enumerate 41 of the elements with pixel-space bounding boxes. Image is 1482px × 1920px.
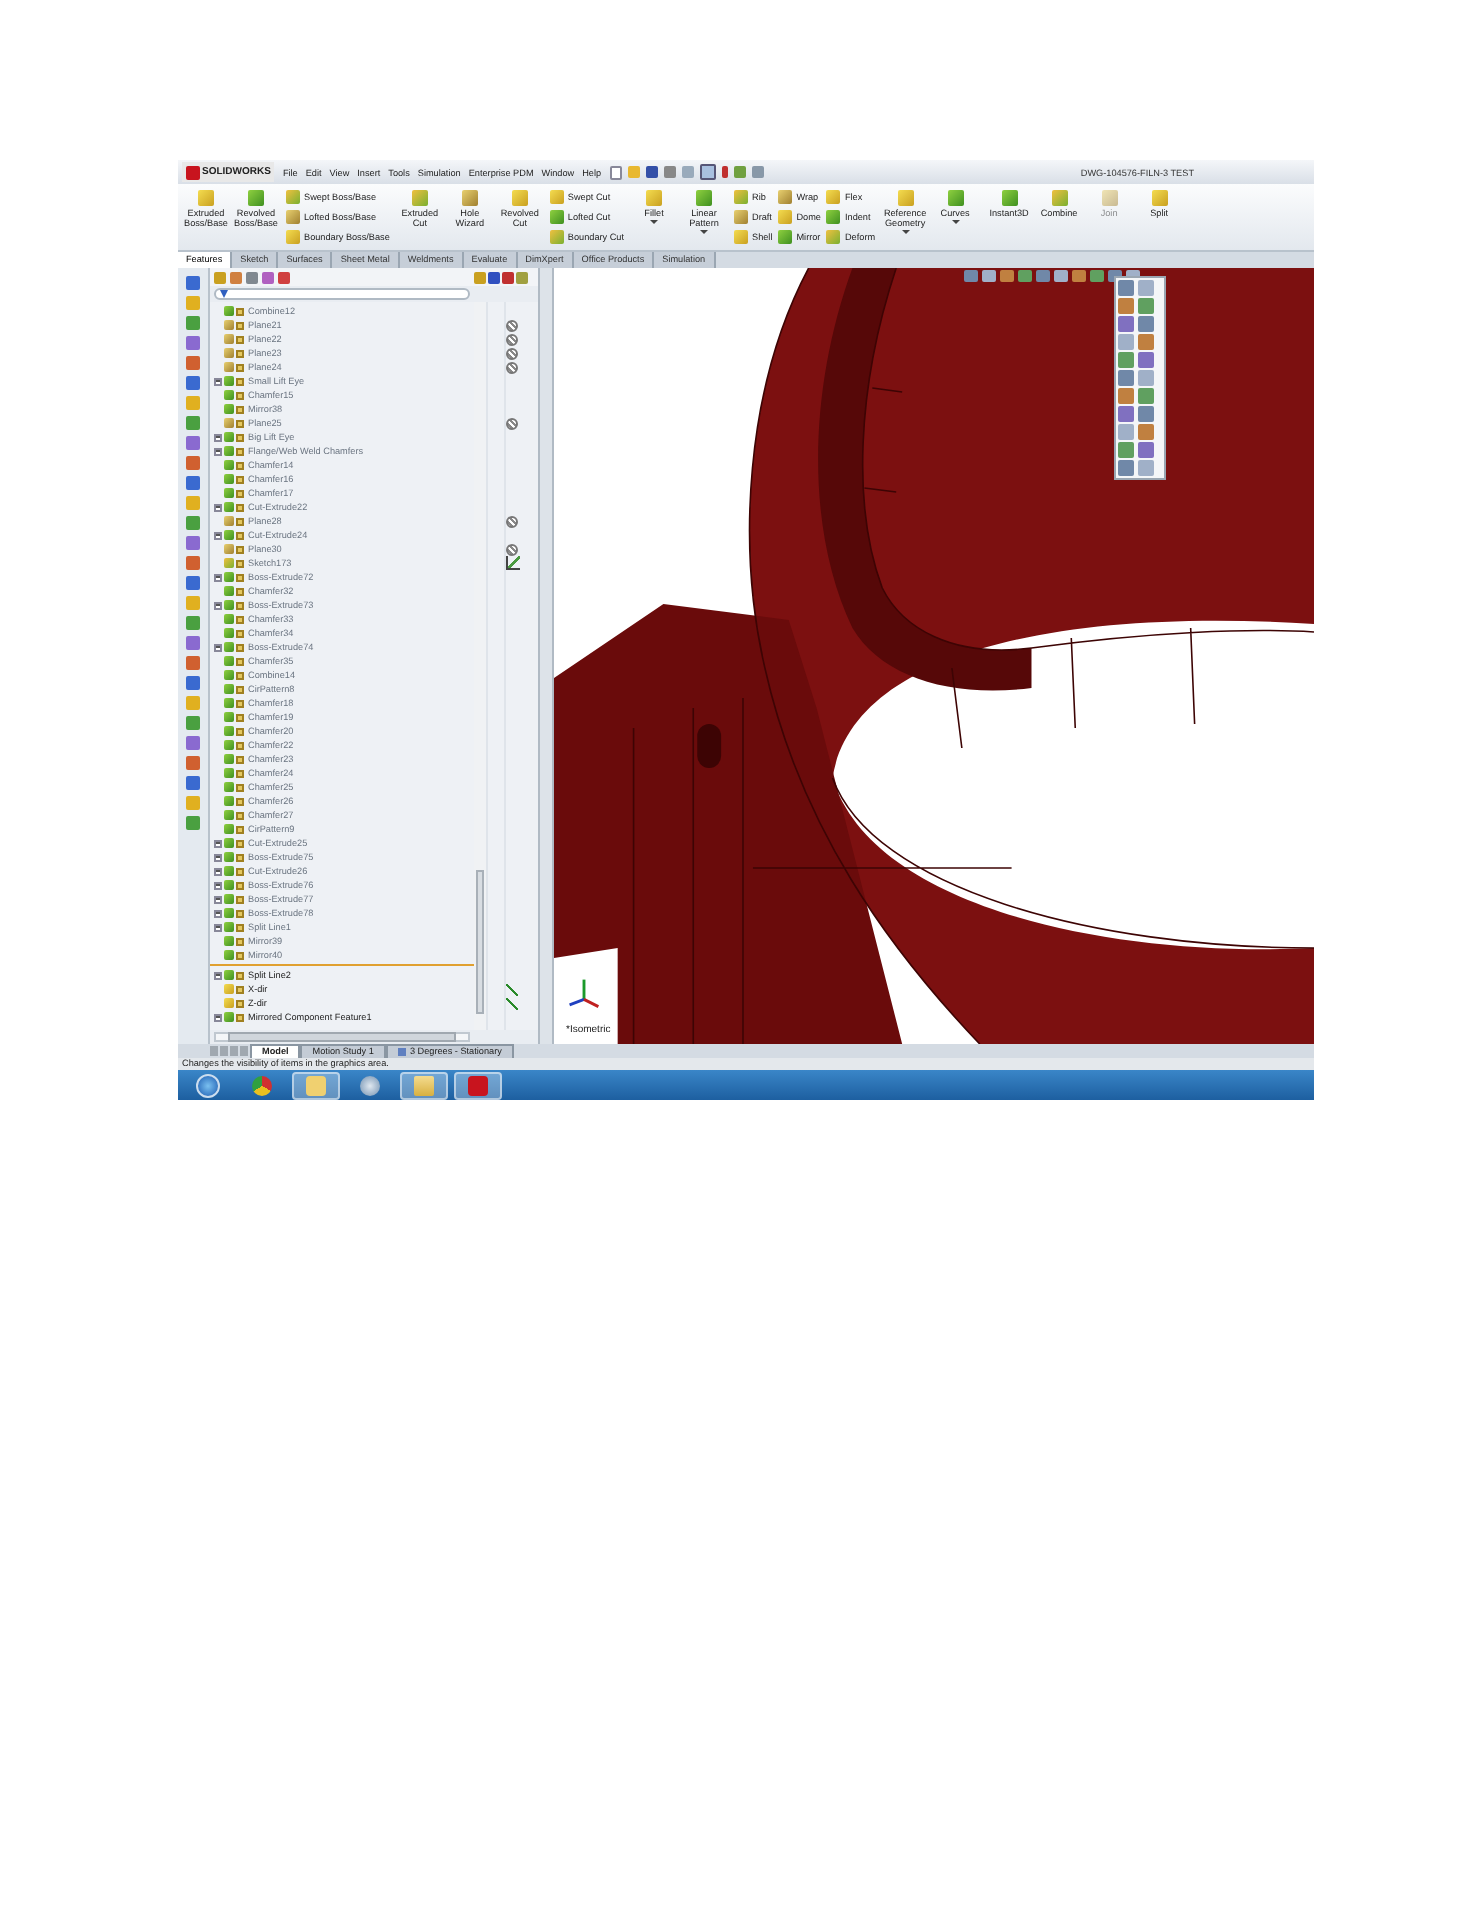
app-icon: [468, 1075, 488, 1095]
caret-icon[interactable]: [650, 220, 658, 224]
feature-icon: [198, 190, 214, 206]
browser-icon: [252, 1075, 272, 1095]
hidden-icon[interactable]: [506, 515, 518, 527]
study-icon: [397, 1047, 406, 1055]
hidden-icon[interactable]: [506, 417, 518, 429]
feature-icon: [696, 190, 712, 206]
taskbar-button[interactable]: [454, 1071, 502, 1099]
feature-icon: [1151, 190, 1168, 206]
filter-field[interactable]: [214, 288, 470, 300]
expand-icon[interactable]: [214, 573, 222, 581]
taskbar-button[interactable]: [292, 1071, 340, 1099]
caret-icon[interactable]: [951, 220, 960, 224]
expand-icon[interactable]: [214, 601, 222, 609]
start-orb-icon: [196, 1073, 220, 1097]
feature-icon: [947, 190, 964, 206]
feature-icon: [461, 190, 478, 206]
sketch-icon[interactable]: [505, 556, 519, 570]
logo-icon: [186, 165, 200, 179]
vertical-scrollbar[interactable]: [474, 302, 486, 1030]
feature-icon: [1101, 190, 1118, 206]
expand-icon[interactable]: [214, 503, 222, 511]
feature-icon: [511, 190, 528, 206]
feature-icon: [646, 190, 662, 206]
expand-icon[interactable]: [214, 531, 222, 539]
feature-icon: [1001, 190, 1018, 206]
feature-icon: [897, 190, 914, 206]
scrollbar-thumb[interactable]: [476, 870, 484, 1014]
expand-icon[interactable]: [214, 377, 222, 385]
expand-icon[interactable]: [214, 971, 222, 979]
feature-icon: [411, 190, 428, 206]
caret-icon[interactable]: [901, 230, 910, 234]
axis-triad-icon: [569, 979, 600, 1008]
caret-icon[interactable]: [700, 230, 708, 234]
expand-icon[interactable]: [214, 643, 222, 651]
feature-icon: [1051, 190, 1068, 206]
hidden-icon[interactable]: [506, 543, 518, 555]
feature-icon: [248, 190, 264, 206]
expand-icon[interactable]: [214, 1013, 222, 1021]
taskbar-button[interactable]: [400, 1071, 448, 1099]
